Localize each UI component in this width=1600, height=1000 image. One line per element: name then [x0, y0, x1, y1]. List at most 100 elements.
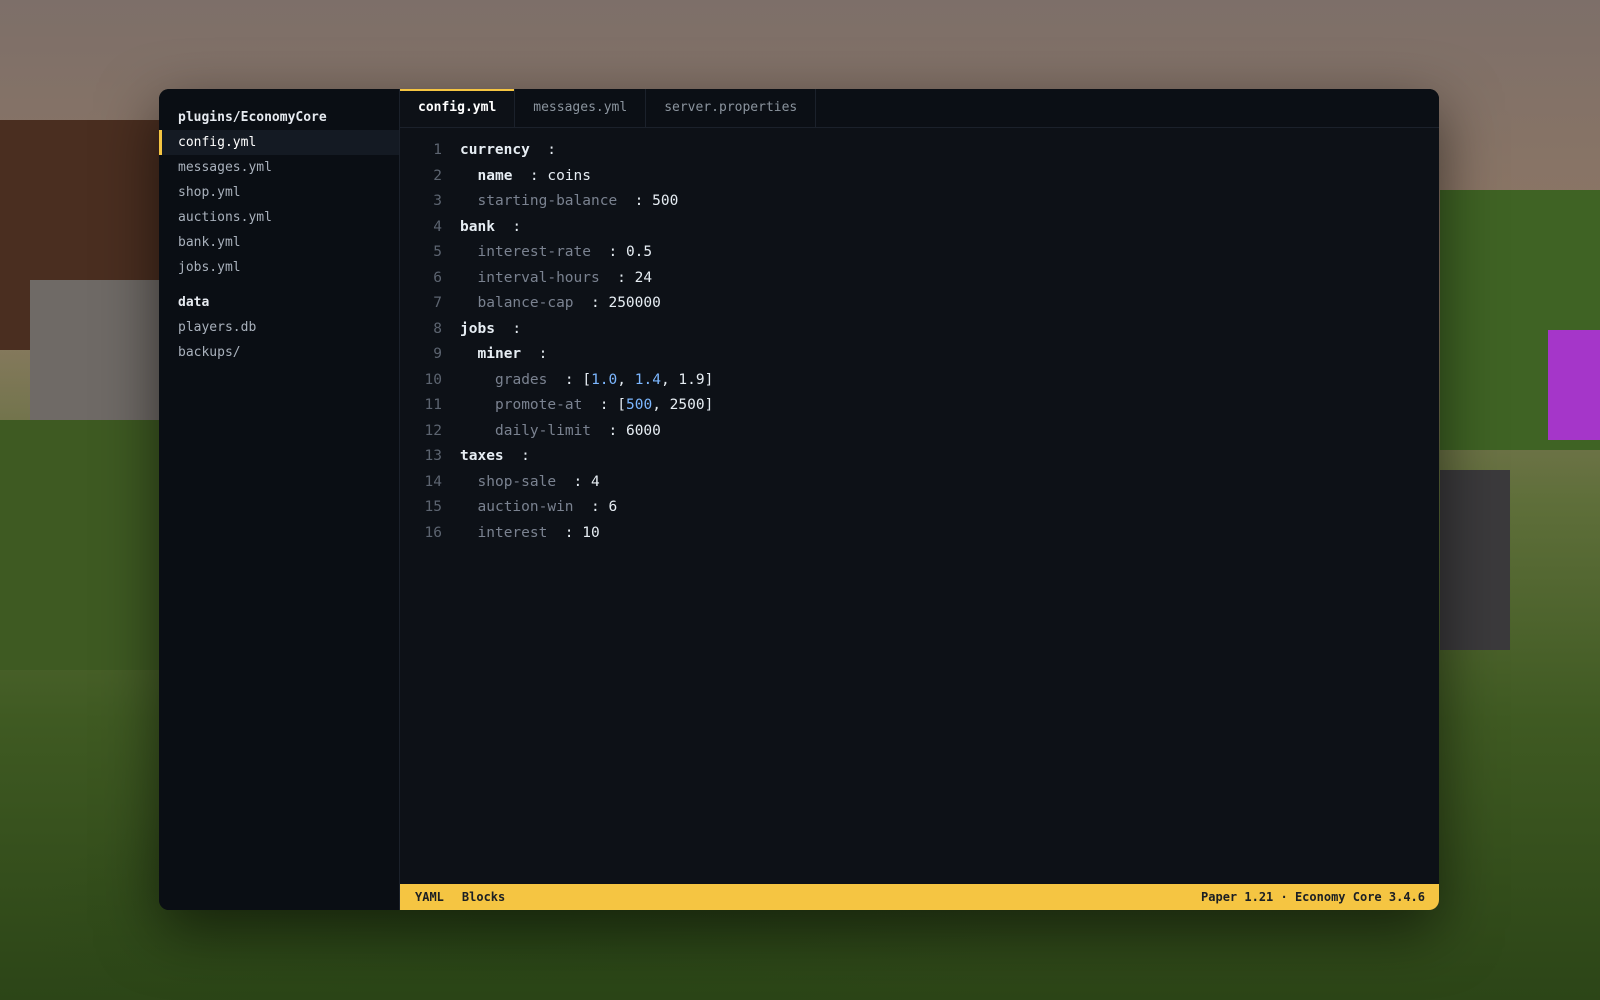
line-number: 10	[424, 371, 442, 388]
folder-plugins-economycore[interactable]: plugins/EconomyCore	[159, 105, 399, 130]
yaml-key: jobs	[460, 320, 495, 337]
yaml-separator: :	[503, 448, 530, 464]
file-auctions-yml[interactable]: auctions.yml	[159, 205, 399, 230]
status-language[interactable]: YAML	[415, 890, 444, 904]
yaml-value: 500	[652, 193, 679, 209]
yaml-key: starting-balance	[477, 193, 618, 209]
yaml-key: miner	[477, 346, 522, 362]
line-number: 14	[424, 473, 442, 490]
folder-backups[interactable]: backups/	[159, 340, 399, 365]
line-number: 5	[433, 244, 442, 260]
line-number: 12	[424, 422, 442, 439]
file-shop-yml[interactable]: shop.yml	[159, 180, 399, 205]
yaml-key: daily-limit	[495, 422, 592, 439]
file-bank-yml[interactable]: bank.yml	[159, 230, 399, 255]
background-pillar-right	[1440, 470, 1510, 650]
code-line[interactable]: 16 interest : 10	[400, 521, 1439, 547]
line-number: 3	[433, 193, 442, 209]
line-number: 8	[433, 320, 442, 337]
tab-config-yml[interactable]: config.yml	[400, 89, 516, 127]
yaml-separator: :	[547, 371, 574, 388]
yaml-value: 250000	[608, 295, 661, 311]
yaml-key: shop-sale	[477, 473, 557, 490]
line-number: 15	[424, 499, 442, 515]
yaml-key: currency	[460, 142, 530, 158]
code-line[interactable]: 13 taxes :	[400, 444, 1439, 470]
file-players-db[interactable]: players.db	[159, 315, 399, 340]
yaml-list-value: 2500	[669, 397, 705, 413]
yaml-value: 0.5	[625, 244, 653, 260]
code-line[interactable]: 5 interest-rate : 0.5	[400, 240, 1439, 266]
code-line[interactable]: 10 grades : [1.0, 1.4, 1.9]	[400, 368, 1439, 394]
yaml-separator: :	[582, 397, 609, 413]
background-portal	[1548, 330, 1600, 440]
background-bush-left	[0, 420, 165, 670]
line-number: 11	[424, 397, 442, 413]
yaml-separator: :	[591, 422, 618, 439]
yaml-list-value: 500	[625, 397, 653, 413]
editor-window: plugins/EconomyCore config.yml messages.…	[159, 89, 1439, 910]
yaml-separator: :	[556, 473, 583, 490]
code-line[interactable]: 9 miner :	[400, 342, 1439, 368]
code-line[interactable]: 6 interval-hours : 24	[400, 266, 1439, 292]
yaml-separator: :	[573, 499, 600, 515]
tab-server-properties[interactable]: server.properties	[646, 89, 817, 127]
yaml-value: coins	[547, 167, 592, 184]
status-mode[interactable]: Blocks	[462, 890, 505, 904]
code-editor: config.yml messages.yml server.propertie…	[400, 89, 1439, 910]
yaml-separator: :	[512, 167, 539, 184]
yaml-separator: :	[599, 269, 626, 286]
yaml-separator: :	[494, 218, 522, 235]
yaml-value: 24	[634, 269, 653, 286]
code-line[interactable]: 12 daily-limit : 6000	[400, 419, 1439, 445]
yaml-key: interest	[477, 524, 548, 541]
line-number: 2	[433, 167, 442, 184]
yaml-separator: :	[529, 142, 557, 158]
code-line[interactable]: 8 jobs :	[400, 317, 1439, 343]
code-line[interactable]: 11 promote-at : [500, 2500]	[400, 393, 1439, 419]
yaml-separator: :	[591, 244, 618, 260]
folder-data[interactable]: data	[159, 290, 399, 315]
code-line[interactable]: 2 name : coins	[400, 164, 1439, 190]
yaml-separator: :	[521, 346, 548, 362]
file-messages-yml[interactable]: messages.yml	[159, 155, 399, 180]
code-line[interactable]: 14 shop-sale : 4	[400, 470, 1439, 496]
code-line[interactable]: 1 currency :	[400, 138, 1439, 164]
background-wall-left	[30, 280, 160, 440]
yaml-key: interest-rate	[477, 244, 592, 260]
yaml-key: taxes	[460, 448, 504, 464]
code-area[interactable]: 1 currency : 2 name : coins 3 starting-balanc…	[400, 138, 1439, 546]
code-line[interactable]: 7 balance-cap : 250000	[400, 291, 1439, 317]
yaml-key: auction-win	[477, 499, 574, 515]
yaml-list-value: 1.9	[678, 371, 705, 388]
tab-bar: config.yml messages.yml server.propertie…	[400, 89, 1439, 128]
yaml-separator: :	[617, 193, 644, 209]
tab-messages-yml[interactable]: messages.yml	[515, 89, 647, 127]
yaml-value: 6	[608, 499, 618, 515]
line-number: 13	[424, 448, 442, 464]
yaml-list-value: 1.4	[634, 371, 661, 388]
file-jobs-yml[interactable]: jobs.yml	[159, 255, 399, 280]
yaml-separator: :	[494, 320, 522, 337]
code-line[interactable]: 15 auction-win : 6	[400, 495, 1439, 521]
line-number: 16	[424, 524, 442, 541]
file-config-yml[interactable]: config.yml	[159, 130, 399, 155]
yaml-key: name	[477, 167, 513, 184]
line-number: 1	[433, 142, 442, 158]
code-line[interactable]: 4 bank :	[400, 215, 1439, 241]
status-bar: YAML Blocks Paper 1.21 · Economy Core 3.…	[400, 884, 1439, 910]
yaml-value: 10	[582, 524, 600, 541]
yaml-key: interval-hours	[477, 269, 600, 286]
yaml-separator: :	[573, 295, 600, 311]
yaml-list-value: 1.0	[591, 371, 618, 388]
line-number: 6	[433, 269, 442, 286]
yaml-key: bank	[460, 218, 495, 235]
yaml-value: 4	[591, 473, 600, 490]
line-number: 7	[433, 295, 442, 311]
yaml-key: grades	[495, 371, 548, 388]
status-version: Paper 1.21 · Economy Core 3.4.6	[1201, 890, 1425, 904]
file-explorer: plugins/EconomyCore config.yml messages.…	[159, 89, 400, 910]
code-line[interactable]: 3 starting-balance : 500	[400, 189, 1439, 215]
yaml-separator: :	[547, 524, 574, 541]
yaml-value: 6000	[625, 422, 661, 439]
